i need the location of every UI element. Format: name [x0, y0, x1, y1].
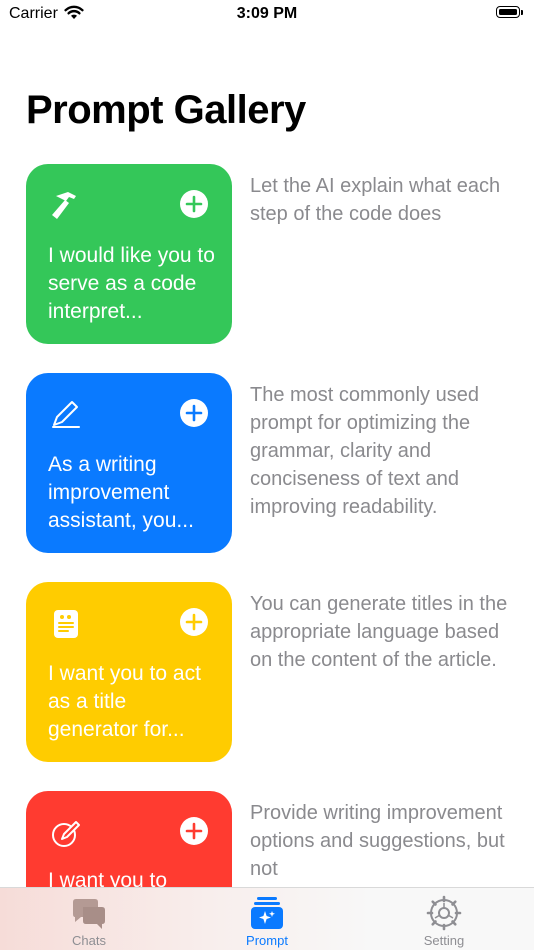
tab-label: Prompt	[246, 933, 288, 948]
prompt-row: I would like you to serve as a code inte…	[0, 164, 534, 344]
add-prompt-button[interactable]	[180, 399, 208, 427]
tab-setting[interactable]: Setting	[384, 888, 504, 950]
prompt-card[interactable]: I would like you to serve as a code inte…	[26, 164, 232, 344]
prompt-row: I want you to act as a title generator f…	[0, 582, 534, 762]
prompt-card[interactable]: I want you to	[26, 791, 232, 887]
prompt-description: Let the AI explain what each step of the…	[250, 175, 501, 225]
pencil-icon	[48, 397, 84, 433]
prompt-row: As a writing improvement assistant, you.…	[0, 373, 534, 553]
prompt-description: The most commonly used prompt for optimi…	[250, 384, 479, 518]
prompt-card[interactable]: As a writing improvement assistant, you.…	[26, 373, 232, 553]
sparkles-card-icon	[249, 895, 285, 931]
prompt-card[interactable]: I want you to act as a title generator f…	[26, 582, 232, 762]
prompt-list[interactable]: Prompt Gallery I would like you to serve…	[0, 0, 534, 887]
add-prompt-button[interactable]	[180, 817, 208, 845]
chat-bubbles-icon	[71, 895, 107, 931]
prompt-description: You can generate titles in the appropria…	[250, 593, 508, 671]
hammer-icon	[48, 188, 84, 224]
add-prompt-button[interactable]	[180, 190, 208, 218]
title-card-icon	[48, 606, 84, 642]
prompt-preview: I want you to act as a title generator f…	[48, 662, 201, 741]
prompt-preview: As a writing improvement assistant, you.…	[48, 453, 194, 532]
gear-icon	[426, 895, 462, 931]
prompt-preview: I want you to	[48, 869, 168, 887]
tab-label: Chats	[72, 933, 106, 948]
prompt-description: Provide writing improvement options and …	[250, 802, 505, 880]
page-title: Prompt Gallery	[26, 88, 306, 132]
edit-circle-icon	[48, 815, 84, 851]
tab-prompt[interactable]: Prompt	[207, 888, 327, 950]
prompt-preview: I would like you to serve as a code inte…	[48, 244, 215, 323]
add-prompt-button[interactable]	[180, 608, 208, 636]
prompt-row: I want you to Provide writing improvemen…	[0, 791, 534, 887]
tab-bar: Chats Prompt Setting	[0, 887, 534, 950]
tab-label: Setting	[423, 933, 465, 948]
tab-chats[interactable]: Chats	[29, 888, 149, 950]
